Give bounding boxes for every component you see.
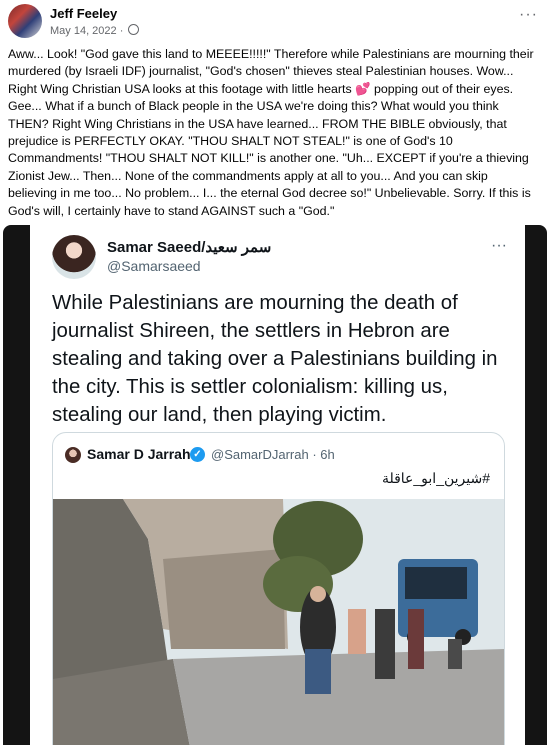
tweet-card: Samar Saeed/سمر سعيد @Samarsaeed ··· Whi…	[30, 225, 525, 745]
embedded-image[interactable]: Samar Saeed/سمر سعيد @Samarsaeed ··· Whi…	[3, 225, 547, 745]
tweet-text: While Palestinians are mourning the deat…	[52, 292, 498, 426]
quoted-handle-time: @SamarDJarrah · 6h	[211, 447, 335, 462]
author-name[interactable]: Jeff Feeley	[50, 6, 117, 21]
street-scene-photo	[53, 499, 504, 745]
quoted-hashtag: #شيرين_ابو_عاقلة	[381, 470, 490, 486]
tweet-more-icon: ···	[491, 237, 507, 254]
tweet-avatar	[52, 235, 96, 279]
post-date[interactable]: May 14, 2022	[50, 25, 117, 37]
more-options-icon[interactable]: ···	[519, 6, 538, 24]
quoted-tweet: Samar D Jarrah ✓ @SamarDJarrah · 6h #شير…	[52, 432, 505, 745]
globe-icon	[128, 24, 140, 35]
tweet-handle: @Samarsaeed	[107, 258, 201, 274]
quoted-author-name: Samar D Jarrah	[87, 446, 191, 462]
author-avatar[interactable]	[8, 4, 42, 38]
post-meta: May 14, 2022 ·	[50, 24, 140, 37]
post-header: Jeff Feeley May 14, 2022 · ···	[8, 2, 542, 42]
post-text: Aww... Look! "God gave this land to MEEE…	[8, 47, 534, 218]
tweet-author-name: Samar Saeed/سمر سعيد	[107, 239, 272, 256]
quoted-avatar	[65, 447, 81, 463]
meta-separator: ·	[119, 25, 124, 37]
verified-badge-icon: ✓	[190, 447, 205, 462]
